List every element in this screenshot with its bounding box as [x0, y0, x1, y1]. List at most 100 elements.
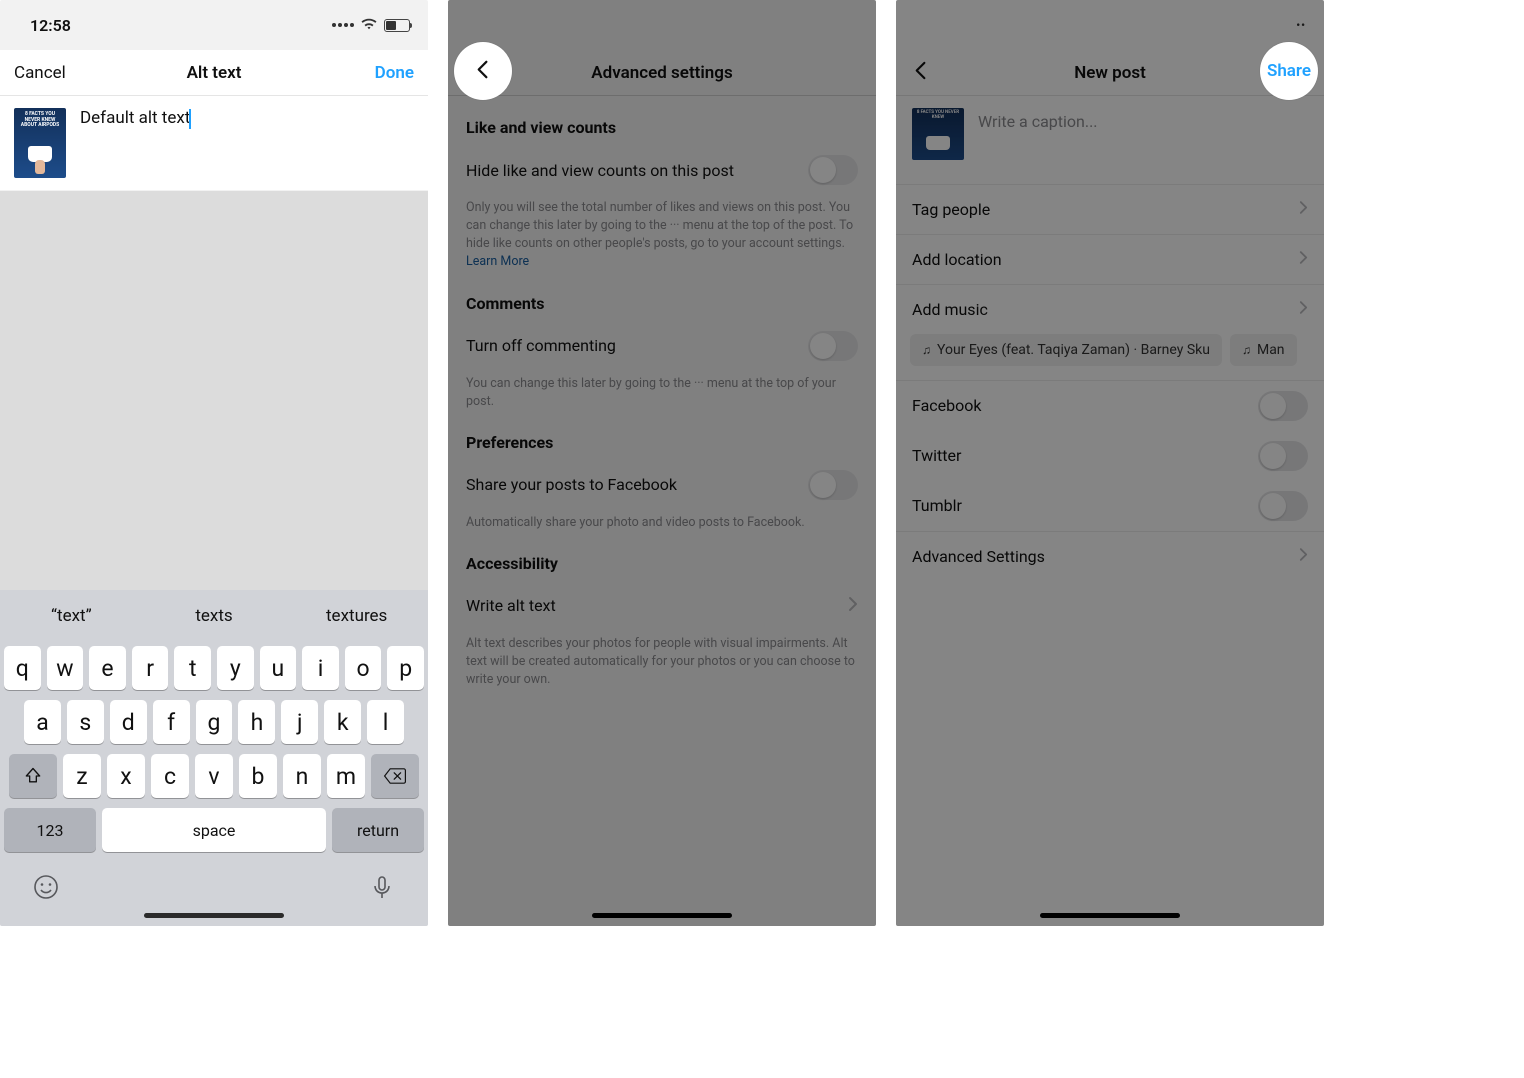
key-k[interactable]: k	[324, 700, 361, 744]
toggle-facebook[interactable]	[1258, 391, 1308, 421]
key-p[interactable]: p	[387, 646, 424, 690]
battery-icon	[384, 19, 410, 32]
wifi-icon	[360, 16, 378, 35]
alt-text-input[interactable]: Default alt text	[80, 102, 190, 128]
row-label: Hide like and view counts on this post	[466, 161, 808, 180]
chevron-right-icon	[1299, 300, 1308, 319]
music-suggestions: ♫Your Eyes (feat. Taqiya Zaman) · Barney…	[896, 334, 1324, 378]
key-n[interactable]: n	[283, 754, 321, 798]
suggestion-1[interactable]: “text”	[0, 606, 143, 626]
row-label: Advanced Settings	[912, 547, 1045, 566]
back-icon[interactable]	[472, 58, 495, 85]
home-indicator[interactable]	[1040, 913, 1180, 918]
status-time: 12:58	[30, 16, 332, 35]
home-indicator[interactable]	[592, 913, 732, 918]
key-j[interactable]: j	[281, 700, 318, 744]
row-tumblr: Tumblr	[896, 481, 1324, 531]
cancel-button[interactable]: Cancel	[14, 63, 74, 83]
keyboard: q w e r t y u i o p a s d f g h j k l z …	[0, 642, 428, 926]
row-share-facebook[interactable]: Share your posts to Facebook	[466, 458, 858, 512]
helper-hide-likes: Only you will see the total number of li…	[466, 199, 858, 272]
row-facebook: Facebook	[896, 381, 1324, 431]
key-x[interactable]: x	[107, 754, 145, 798]
key-z[interactable]: z	[63, 754, 101, 798]
key-backspace[interactable]	[371, 754, 419, 798]
suggestion-2[interactable]: texts	[143, 606, 286, 626]
chevron-right-icon	[1299, 250, 1308, 269]
key-u[interactable]: u	[260, 646, 297, 690]
music-chip-1[interactable]: ♫Your Eyes (feat. Taqiya Zaman) · Barney…	[910, 334, 1222, 366]
music-note-icon: ♫	[922, 343, 931, 357]
row-label: Share your posts to Facebook	[466, 475, 808, 494]
row-label: Facebook	[912, 396, 981, 415]
screen-new-post: •• New post 8 FACTS YOU NEVER KNEW Write…	[896, 0, 1324, 926]
key-m[interactable]: m	[327, 754, 365, 798]
settings-list[interactable]: Like and view counts Hide like and view …	[448, 96, 876, 926]
row-write-alt-text[interactable]: Write alt text	[466, 579, 858, 633]
nav-title: Alt text	[187, 63, 242, 83]
suggestion-3[interactable]: textures	[285, 606, 428, 626]
row-add-music[interactable]: Add music	[896, 284, 1324, 334]
share-button[interactable]: Share	[1267, 61, 1311, 81]
row-advanced-settings[interactable]: Advanced Settings	[896, 531, 1324, 581]
key-g[interactable]: g	[196, 700, 233, 744]
row-label: Add music	[912, 300, 988, 319]
screen-advanced-settings: Advanced settings Like and view counts H…	[448, 0, 876, 926]
toggle-commenting[interactable]	[808, 331, 858, 361]
emoji-icon[interactable]	[32, 873, 60, 905]
key-i[interactable]: i	[302, 646, 339, 690]
row-label: Add location	[912, 250, 1002, 269]
key-d[interactable]: d	[110, 700, 147, 744]
post-thumbnail[interactable]: 8 FACTS YOU NEVER KNEW	[912, 108, 964, 160]
key-return[interactable]: return	[332, 808, 424, 852]
key-r[interactable]: r	[132, 646, 169, 690]
row-label: Tag people	[912, 200, 990, 219]
key-v[interactable]: v	[195, 754, 233, 798]
toggle-twitter[interactable]	[1258, 441, 1308, 471]
suggestion-bar: “text” texts textures	[0, 590, 428, 642]
back-button[interactable]	[910, 59, 950, 87]
screen-alt-text: 12:58 Cancel Alt text Done 8 FACTS YOU N…	[0, 0, 428, 926]
highlight-share-button: Share	[1260, 42, 1318, 100]
empty-area	[0, 191, 428, 590]
row-add-location[interactable]: Add location	[896, 234, 1324, 284]
dictation-icon[interactable]	[368, 873, 396, 905]
learn-more-link[interactable]: Learn More	[466, 254, 529, 269]
key-t[interactable]: t	[174, 646, 211, 690]
post-thumbnail[interactable]: 8 FACTS YOU NEVER KNEW ABOUT AIRPODS	[14, 108, 66, 178]
section-preferences: Preferences	[466, 433, 858, 452]
key-c[interactable]: c	[151, 754, 189, 798]
toggle-tumblr[interactable]	[1258, 491, 1308, 521]
music-chip-2[interactable]: ♫Man	[1230, 334, 1297, 366]
key-y[interactable]: y	[217, 646, 254, 690]
key-numbers[interactable]: 123	[4, 808, 96, 852]
key-l[interactable]: l	[367, 700, 404, 744]
key-space[interactable]: space	[102, 808, 326, 852]
key-s[interactable]: s	[67, 700, 104, 744]
key-f[interactable]: f	[153, 700, 190, 744]
text-cursor	[189, 109, 191, 129]
section-comments: Comments	[466, 294, 858, 313]
toggle-share-facebook[interactable]	[808, 470, 858, 500]
done-button[interactable]: Done	[354, 63, 414, 83]
chevron-right-icon	[848, 596, 858, 616]
caption-input[interactable]: Write a caption...	[978, 108, 1098, 160]
key-b[interactable]: b	[239, 754, 277, 798]
key-q[interactable]: q	[4, 646, 41, 690]
key-o[interactable]: o	[345, 646, 382, 690]
key-shift[interactable]	[9, 754, 57, 798]
home-indicator[interactable]	[144, 913, 284, 918]
key-e[interactable]: e	[89, 646, 126, 690]
row-turn-off-commenting[interactable]: Turn off commenting	[466, 319, 858, 373]
row-hide-likes[interactable]: Hide like and view counts on this post	[466, 143, 858, 197]
toggle-hide-likes[interactable]	[808, 155, 858, 185]
key-a[interactable]: a	[24, 700, 61, 744]
highlight-back-button	[454, 42, 512, 100]
alt-text-row: 8 FACTS YOU NEVER KNEW ABOUT AIRPODS Def…	[0, 96, 428, 191]
row-tag-people[interactable]: Tag people	[896, 184, 1324, 234]
key-w[interactable]: w	[47, 646, 84, 690]
post-body[interactable]: 8 FACTS YOU NEVER KNEW Write a caption..…	[896, 96, 1324, 926]
chevron-right-icon	[1299, 200, 1308, 219]
row-label: Twitter	[912, 446, 961, 465]
key-h[interactable]: h	[238, 700, 275, 744]
